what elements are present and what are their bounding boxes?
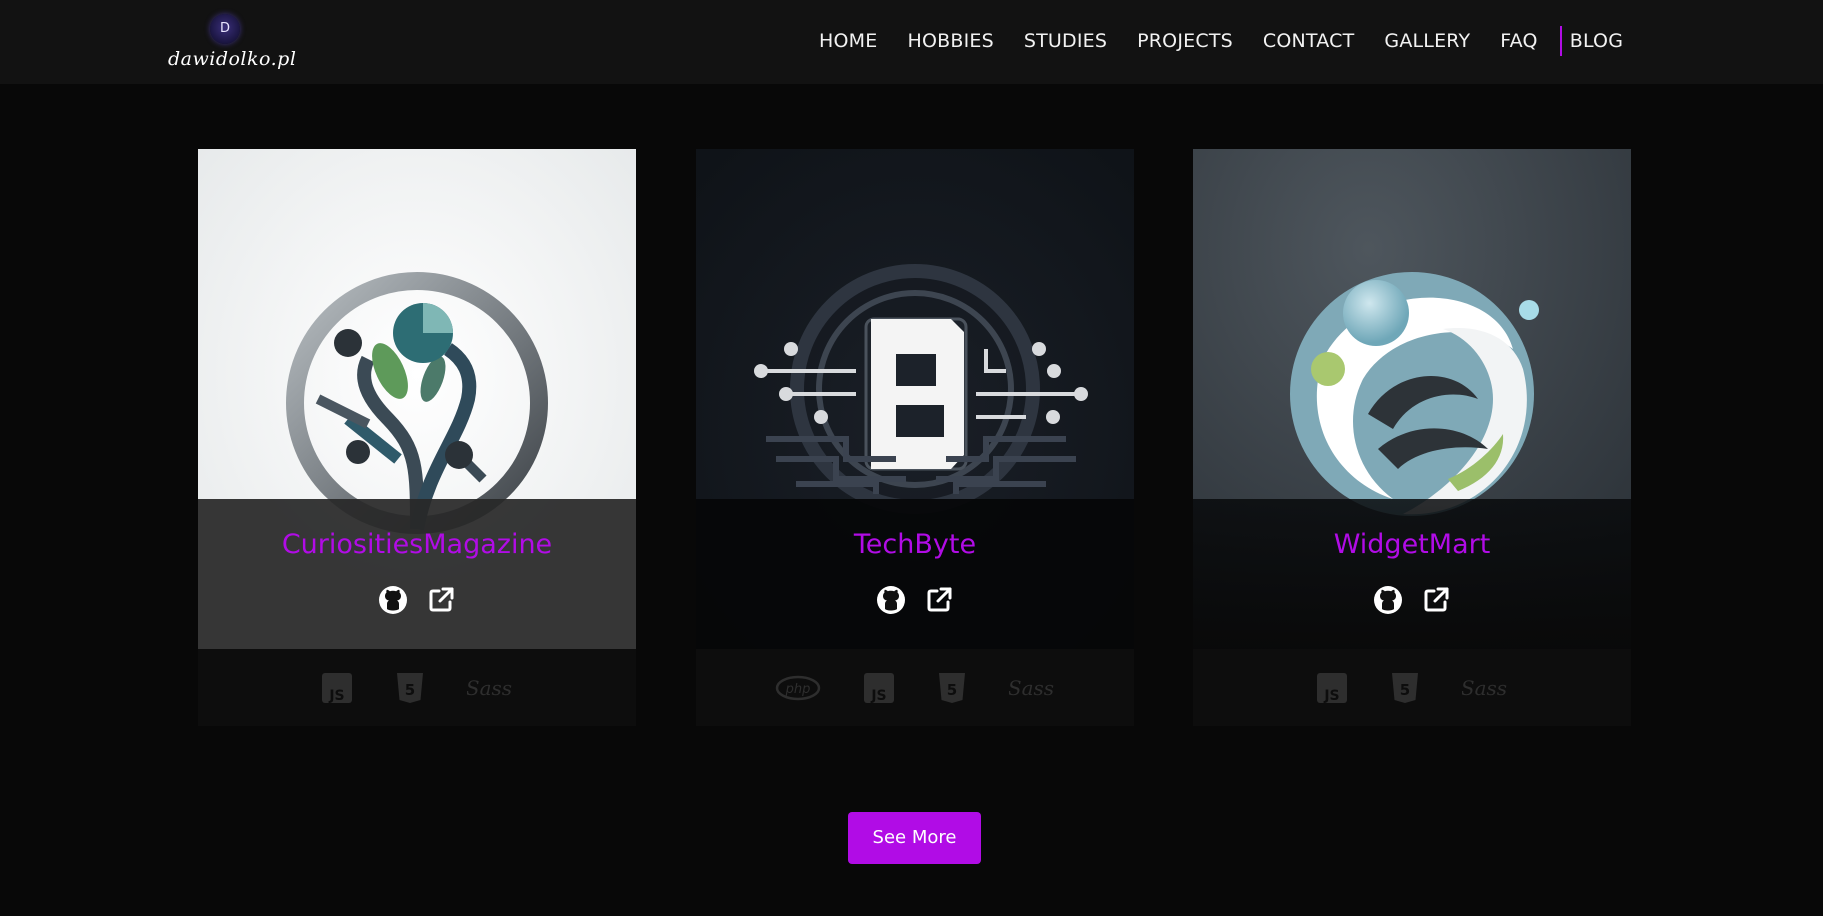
nav-contact[interactable]: CONTACT — [1263, 30, 1355, 52]
nav-home[interactable]: HOME — [819, 30, 877, 52]
project-title[interactable]: WidgetMart — [1193, 529, 1631, 560]
card-overlay — [198, 499, 636, 649]
external-link-icon[interactable] — [1421, 585, 1451, 615]
project-title[interactable]: CuriositiesMagazine — [198, 529, 636, 560]
php-icon: php — [775, 675, 821, 700]
sass-icon: Sass — [1462, 676, 1507, 700]
nav-hobbies[interactable]: HOBBIES — [907, 30, 993, 52]
project-card: CuriositiesMagazine JS 5 Sass — [198, 149, 636, 726]
navbar: D dawidolko.pl HOME HOBBIES STUDIES PROJ… — [0, 0, 1823, 84]
html5-icon: 5 — [939, 672, 965, 703]
logo-text: dawidolko.pl — [168, 48, 297, 70]
html5-icon: 5 — [397, 672, 423, 703]
js-icon: JS — [322, 672, 352, 704]
card-overlay — [696, 499, 1134, 649]
see-more-button[interactable]: See More — [848, 812, 981, 864]
svg-text:JS: JS — [328, 688, 344, 704]
site-logo[interactable]: D dawidolko.pl — [168, 12, 297, 76]
github-icon[interactable] — [876, 585, 906, 615]
card-overlay — [1193, 499, 1631, 649]
github-icon[interactable] — [1373, 585, 1403, 615]
svg-text:5: 5 — [405, 681, 415, 699]
html5-icon: 5 — [1392, 672, 1418, 703]
project-links — [696, 585, 1134, 617]
svg-text:Sass: Sass — [1462, 676, 1507, 700]
tech-stack: JS 5 Sass — [1193, 649, 1631, 726]
sass-icon: Sass — [1009, 676, 1054, 700]
nav-divider — [1559, 26, 1562, 56]
svg-text:5: 5 — [947, 681, 957, 699]
nav-projects[interactable]: PROJECTS — [1137, 30, 1233, 52]
project-links — [198, 585, 636, 617]
svg-text:5: 5 — [1400, 681, 1410, 699]
project-links — [1193, 585, 1631, 617]
project-title[interactable]: TechByte — [696, 529, 1134, 560]
project-card: WidgetMart JS 5 Sass — [1193, 149, 1631, 726]
svg-text:JS: JS — [870, 688, 886, 704]
svg-text:Sass: Sass — [467, 676, 512, 700]
nav-gallery[interactable]: GALLERY — [1384, 30, 1470, 52]
svg-text:Sass: Sass — [1009, 676, 1054, 700]
sass-icon: Sass — [467, 676, 512, 700]
tech-stack: php JS 5 Sass — [696, 649, 1134, 726]
nav-faq[interactable]: FAQ — [1500, 30, 1537, 52]
logo-initial: D — [219, 21, 230, 36]
logo-badge-icon: D — [210, 14, 240, 44]
svg-text:php: php — [785, 682, 811, 697]
external-link-icon[interactable] — [426, 585, 456, 615]
main-nav: HOME HOBBIES STUDIES PROJECTS CONTACT GA… — [819, 26, 1623, 56]
svg-text:JS: JS — [1323, 688, 1339, 704]
project-card: TechByte php JS 5 Sass — [696, 149, 1134, 726]
github-icon[interactable] — [378, 585, 408, 615]
js-icon: JS — [1317, 672, 1347, 704]
tech-stack: JS 5 Sass — [198, 649, 636, 726]
nav-blog[interactable]: BLOG — [1570, 30, 1623, 52]
js-icon: JS — [864, 672, 894, 704]
nav-studies[interactable]: STUDIES — [1024, 30, 1107, 52]
external-link-icon[interactable] — [924, 585, 954, 615]
